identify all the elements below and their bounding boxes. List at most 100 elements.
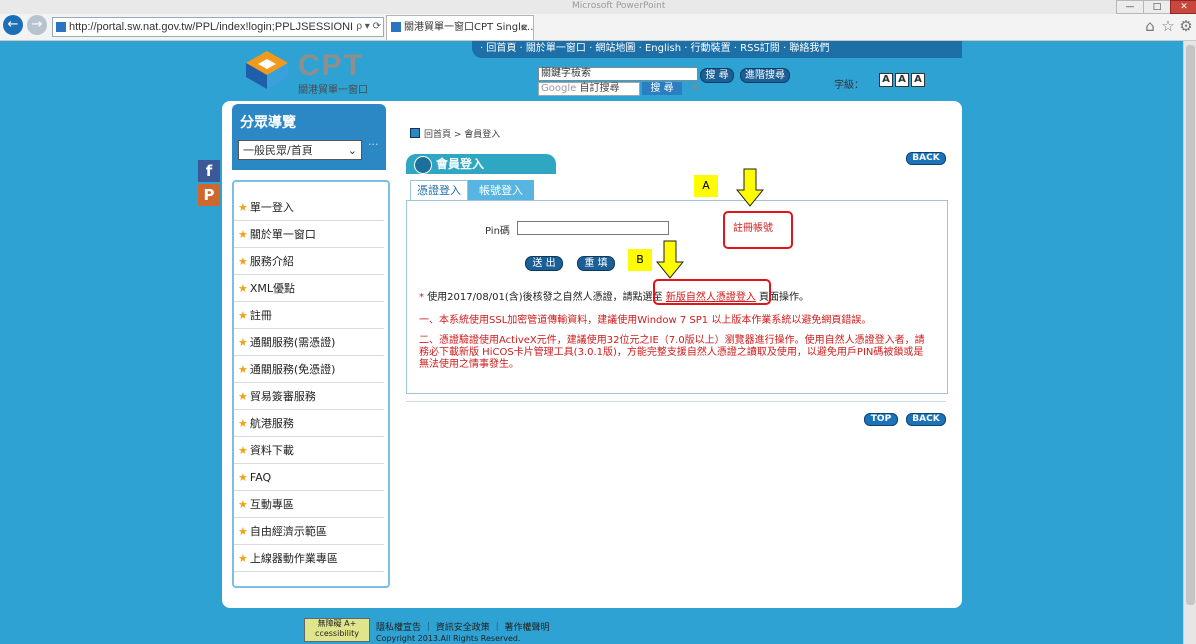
copyright: Copyright 2013.All Rights Reserved.	[376, 634, 521, 643]
reset-button[interactable]: 重 填	[577, 256, 615, 271]
star-icon: ★	[238, 282, 248, 295]
minimize-button[interactable]: —	[1116, 0, 1144, 14]
font-small-button[interactable]: A	[879, 73, 893, 87]
font-large-button[interactable]: A	[911, 73, 925, 87]
google-placeholder: 自訂搜尋	[579, 83, 620, 94]
pin-label: Pin碼	[485, 226, 510, 237]
window-title: Microsoft PowerPoint	[572, 1, 666, 11]
accessibility-badge[interactable]: 無障礙 A+ ccessibility	[304, 618, 370, 642]
favorites-star-icon[interactable]: ☆	[1160, 18, 1176, 34]
page-title: 會員登入	[436, 157, 485, 171]
search-button[interactable]: 搜 尋	[700, 68, 734, 83]
sidebar-item-register[interactable]: ★ 註冊	[234, 303, 384, 329]
top-navigation[interactable]: · 回首頁 · 關於單一窗口 · 網站地圖 · English · 行動裝置 ·…	[472, 41, 962, 58]
window-titlebar: Microsoft PowerPoint — □ ✕	[0, 0, 1196, 14]
sidebar-title: 分眾導覽	[240, 115, 296, 131]
settings-gear-icon[interactable]: ⚙	[1178, 18, 1194, 34]
advanced-search-button[interactable]: 進階搜尋	[740, 68, 790, 83]
audience-select[interactable]: 一般民眾/首頁 ⌄	[238, 140, 362, 160]
login-panel: Pin碼 註冊帳號 送 出 重 填 * 使用2017/08/01(含)後核發之自…	[406, 200, 948, 394]
globe-icon	[414, 156, 432, 174]
sidebar-menu: ★ 單一登入 ★ 關於單一窗口 ★ 服務介紹 ★ XML優點 ★ 註冊 ★ 通關服務(需憑證…	[232, 180, 390, 588]
back-button-bottom[interactable]: BACK	[906, 413, 946, 426]
sidebar-item-single-sign-on[interactable]: ★ 單一登入	[234, 195, 384, 221]
plurk-icon[interactable]: P	[198, 184, 220, 206]
sidebar-item-label: 互動專區	[249, 498, 294, 511]
logo-text: CPT	[298, 49, 364, 82]
page-footer: 無障礙 A+ ccessibility 隱私權宣告 ｜ 資訊安全政策 ｜ 著作權…	[300, 616, 600, 644]
section-header: 會員登入	[406, 154, 556, 174]
sidebar-item-interactive[interactable]: ★ 互動專區	[234, 492, 384, 518]
breadcrumb-icon	[410, 128, 420, 138]
sidebar-item-label: 服務介紹	[249, 255, 294, 268]
footer-links[interactable]: 隱私權宣告 ｜ 資訊安全政策 ｜ 著作權聲明	[376, 620, 549, 633]
top-button[interactable]: TOP	[864, 413, 898, 426]
sidebar-item-label: 關於單一窗口	[249, 228, 316, 241]
sidebar-item-label: 自由經濟示範區	[249, 525, 327, 538]
star-icon: ★	[238, 498, 248, 511]
star-icon: ★	[238, 336, 248, 349]
breadcrumb[interactable]: 回首頁 > 會員登入	[424, 127, 500, 140]
tab-title: 關港貿單一窗口CPT Single...	[404, 22, 534, 33]
vertical-scrollbar[interactable]	[1183, 41, 1196, 644]
browser-chrome: Microsoft PowerPoint — □ ✕ ← → http://po…	[0, 0, 1196, 41]
font-medium-button[interactable]: A	[895, 73, 909, 87]
address-tools-icon[interactable]: ρ ▾ ⟳	[353, 18, 381, 36]
top-nav-links[interactable]: · 回首頁 · 關於單一窗口 · 網站地圖 · English · 行動裝置 ·…	[480, 41, 829, 57]
audience-select-value: 一般民眾/首頁	[243, 144, 313, 157]
tab-close-icon[interactable]: ×	[520, 16, 529, 40]
note-activex: 二、憑證驗證使用ActiveX元件，建議使用32位元之IE（7.0版以上）瀏覽器…	[419, 335, 925, 370]
google-search-input[interactable]: Google 自訂搜尋	[538, 82, 640, 96]
sidebar-item-trade[interactable]: ★ 貿易簽審服務	[234, 384, 384, 410]
google-clear-icon[interactable]: ×	[690, 80, 700, 94]
back-button-top[interactable]: BACK	[906, 152, 946, 165]
star-icon: ★	[238, 552, 248, 565]
sidebar-item-faq[interactable]: ★ FAQ	[234, 465, 384, 491]
sidebar-item-customs-cert[interactable]: ★ 通關服務(需憑證)	[234, 330, 384, 356]
star-icon: ★	[238, 255, 248, 268]
pin-input[interactable]	[517, 221, 669, 235]
sidebar-item-online[interactable]: ★ 上線器動作業專區	[234, 546, 384, 572]
new-cert-highlight-box	[653, 279, 771, 305]
star-icon: ★	[238, 444, 248, 457]
register-highlight-box: 註冊帳號	[723, 211, 793, 249]
keyword-search-input[interactable]: 關鍵字檢索	[538, 67, 698, 81]
logo-subtitle: 關港貿單一窗口	[298, 85, 368, 96]
sidebar-item-label: 上線器動作業專區	[249, 552, 338, 565]
site-header: · 回首頁 · 關於單一窗口 · 網站地圖 · English · 行動裝置 ·…	[224, 41, 962, 105]
scrollbar-thumb[interactable]	[1186, 45, 1195, 605]
tab-certificate-login[interactable]: 憑證登入	[410, 180, 468, 201]
close-window-button[interactable]: ✕	[1170, 0, 1196, 14]
sidebar-item-xml[interactable]: ★ XML優點	[234, 276, 384, 302]
browser-tab[interactable]: 關港貿單一窗口CPT Single... ×	[386, 15, 534, 40]
annotation-arrow-a-icon	[736, 168, 764, 207]
address-bar[interactable]: http://portal.sw.nat.gov.tw/PPL/index!lo…	[52, 17, 384, 37]
sidebar-item-about[interactable]: ★ 關於單一窗口	[234, 222, 384, 248]
note-ssl: 一、本系統使用SSL加密管道傳輸資料，建議使用Window 7 SP1 以上版本…	[419, 315, 872, 326]
sidebar-item-download[interactable]: ★ 資料下載	[234, 438, 384, 464]
sidebar-item-label: 通關服務(免憑證)	[249, 363, 336, 376]
submit-button[interactable]: 送 出	[525, 256, 563, 271]
sidebar-item-port[interactable]: ★ 航港服務	[234, 411, 384, 437]
tab-account-login[interactable]: 帳號登入	[468, 180, 534, 201]
sidebar-item-customs-nocert[interactable]: ★ 通關服務(免憑證)	[234, 357, 384, 383]
home-icon[interactable]: ⌂	[1142, 18, 1158, 34]
register-account-link[interactable]: 註冊帳號	[733, 219, 773, 234]
sidebar-item-free-economic[interactable]: ★ 自由經濟示範區	[234, 519, 384, 545]
star-icon: ★	[238, 228, 248, 241]
google-search-button[interactable]: 搜 尋	[642, 82, 682, 95]
site-favicon-icon	[56, 22, 66, 33]
maximize-button[interactable]: □	[1143, 0, 1171, 14]
star-icon: ★	[238, 417, 248, 430]
forward-icon[interactable]: →	[27, 15, 47, 35]
sidebar-item-label: FAQ	[249, 471, 272, 484]
facebook-icon[interactable]: f	[198, 160, 220, 182]
back-icon[interactable]: ←	[3, 15, 23, 35]
more-icon[interactable]: ···	[368, 138, 379, 151]
annotation-label-b: B	[628, 249, 652, 271]
sidebar-item-services[interactable]: ★ 服務介紹	[234, 249, 384, 275]
annotation-arrow-b-icon	[656, 240, 684, 279]
sidebar-header: 分眾導覽 一般民眾/首頁 ⌄ ···	[232, 104, 386, 170]
star-icon: ★	[238, 309, 248, 322]
note1-text: 使用2017/08/01(含)後核發之自然人憑證，請點選至	[427, 292, 663, 303]
